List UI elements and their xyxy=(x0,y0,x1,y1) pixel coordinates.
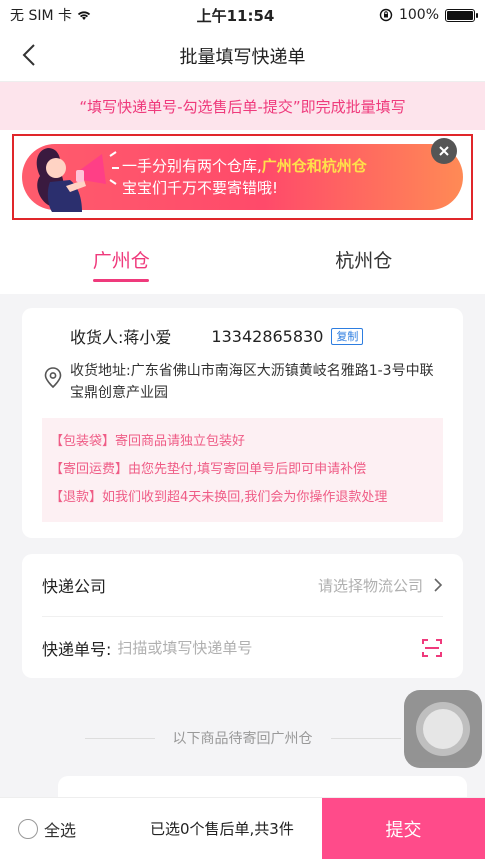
promo-section: 一手分别有两个仓库,广州仓和杭州仓 宝宝们千万不要寄错哦! xyxy=(0,130,485,224)
chevron-left-icon xyxy=(22,44,35,66)
select-all-label: 全选 xyxy=(44,820,77,840)
receiver-label: 收货人: xyxy=(70,328,124,347)
status-right: 100% xyxy=(379,7,478,23)
status-bar: 无 SIM 卡 上午11:54 100% xyxy=(0,0,485,30)
selection-summary: 已选0个售后单,共3件 xyxy=(150,820,294,838)
wifi-icon xyxy=(77,11,91,20)
assistive-touch-button[interactable] xyxy=(404,690,482,768)
scan-icon[interactable] xyxy=(421,637,443,659)
promo-line2: 宝宝们千万不要寄错哦! xyxy=(122,179,279,197)
promo-highlight: 广州仓和杭州仓 xyxy=(261,157,367,175)
divider-line xyxy=(330,737,401,739)
notice-item: 【包装袋】寄回商品请独立包装好 xyxy=(50,434,246,449)
close-icon xyxy=(439,146,449,156)
receiver-row: 收货人: 蒋小爱 13342865830 复制 xyxy=(42,322,443,350)
back-button[interactable] xyxy=(14,38,44,72)
copy-button[interactable]: 复制 xyxy=(331,327,364,345)
assistive-touch-ring xyxy=(416,702,470,756)
receiver-phone: 13342865830 xyxy=(211,326,324,346)
divider-line xyxy=(84,737,155,739)
warehouse-tabs: 广州仓 杭州仓 xyxy=(0,224,485,294)
tab-hangzhou[interactable]: 杭州仓 xyxy=(243,224,485,294)
tab-guangzhou[interactable]: 广州仓 xyxy=(0,224,243,294)
nav-bar: 批量填写快递单 xyxy=(0,30,485,82)
receiver-name: 蒋小爱 xyxy=(123,328,172,347)
status-time: 上午11:54 xyxy=(196,6,275,25)
notice-item: 【寄回运费】由您先垫付,填写寄回单号后即可申请补偿 xyxy=(50,462,367,477)
courier-company-select[interactable]: 请选择物流公司 xyxy=(318,575,423,596)
address-text: 收货地址:广东省佛山市南海区大沥镇黄岐名雅路1-3号中联宝鼎创意产业园 xyxy=(70,363,434,401)
shipping-form-card: 快递公司 请选择物流公司 快递单号: xyxy=(22,554,463,678)
megaphone-girl-illustration xyxy=(36,148,119,212)
status-left: 无 SIM 卡 xyxy=(10,5,92,25)
tracking-number-row: 快递单号: xyxy=(42,616,443,678)
chevron-right-icon xyxy=(434,578,443,592)
tracking-number-label: 快递单号: xyxy=(42,639,112,659)
address-row: 收货地址:广东省佛山市南海区大沥镇黄岐名雅路1-3号中联宝鼎创意产业园 xyxy=(42,360,443,404)
promo-frame: 一手分别有两个仓库,广州仓和杭州仓 宝宝们千万不要寄错哦! xyxy=(12,134,473,220)
divider-text: 以下商品待寄回广州仓 xyxy=(172,731,313,747)
rotation-lock-icon xyxy=(379,8,393,22)
carrier-text: 无 SIM 卡 xyxy=(10,8,72,24)
page-title: 批量填写快递单 xyxy=(179,46,306,68)
battery-icon xyxy=(445,8,478,22)
notice-item: 【退款】如我们收到超4天未换回,我们会为你操作退款处理 xyxy=(50,490,388,505)
location-pin-icon xyxy=(44,367,62,389)
tracking-number-input[interactable] xyxy=(117,638,421,657)
promo-line1: 一手分别有两个仓库,广州仓和杭州仓 xyxy=(122,157,367,175)
notice-box: 【包装袋】寄回商品请独立包装好 【寄回运费】由您先垫付,填写寄回单号后即可申请补… xyxy=(42,418,443,522)
courier-company-row[interactable]: 快递公司 请选择物流公司 xyxy=(42,554,443,616)
select-all-radio[interactable] xyxy=(18,818,38,839)
promo-banner: 一手分别有两个仓库,广州仓和杭州仓 宝宝们千万不要寄错哦! xyxy=(22,138,463,212)
promo-close-button[interactable] xyxy=(431,138,457,164)
bottom-bar: 全选 已选0个售后单,共3件 提交 xyxy=(0,797,485,859)
address-card: 收货人: 蒋小爱 13342865830 复制 收货地址:广东省佛山市南海区大沥… xyxy=(22,308,463,538)
courier-company-label: 快递公司 xyxy=(42,577,107,596)
promo-text: 一手分别有两个仓库,广州仓和杭州仓 宝宝们千万不要寄错哦! xyxy=(122,155,367,199)
select-all-control[interactable]: 全选 xyxy=(0,817,150,841)
battery-percent: 100% xyxy=(398,7,439,23)
tip-banner: “填写快递单号-勾选售后单-提交”即完成批量填写 xyxy=(0,82,485,130)
submit-button[interactable]: 提交 xyxy=(322,797,485,859)
